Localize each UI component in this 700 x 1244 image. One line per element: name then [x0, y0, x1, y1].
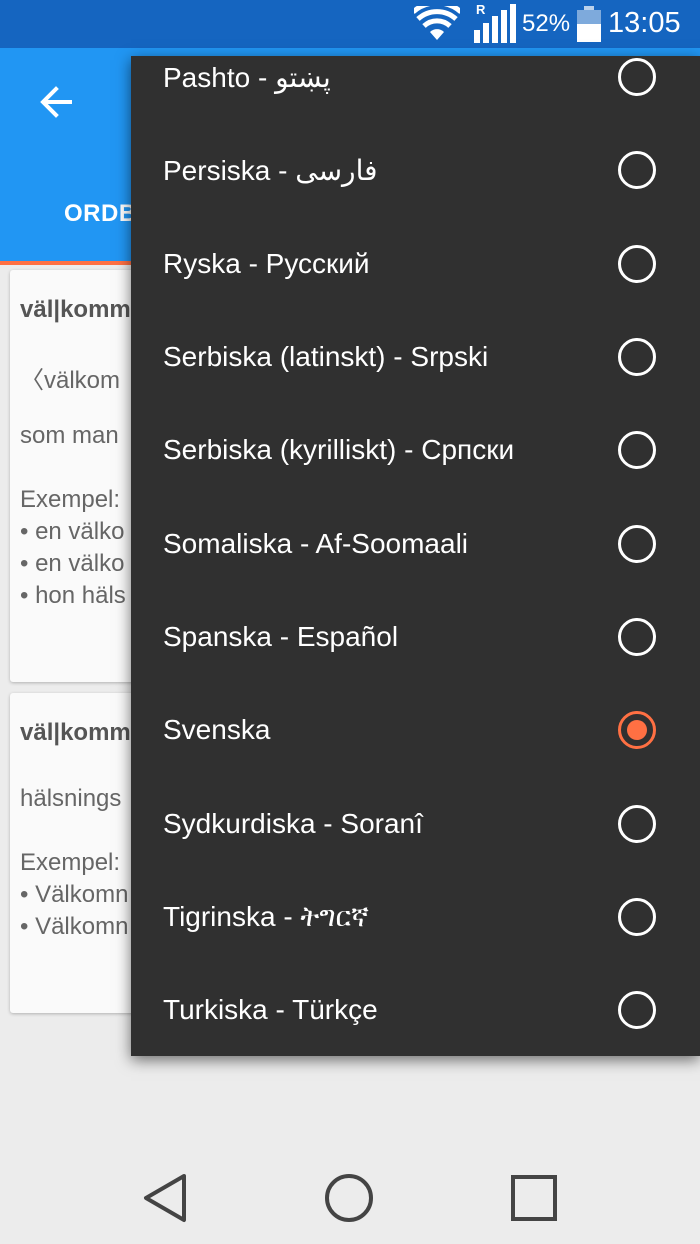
card-text: 〈välkom: [20, 367, 121, 394]
recents-icon[interactable]: [504, 1168, 564, 1228]
radio-button[interactable]: [618, 431, 656, 469]
language-option-turkiska[interactable]: Turkiska - Türkçe: [131, 964, 700, 1056]
language-option-label: Somaliska - Af-Soomaali: [163, 528, 469, 559]
language-option-sydkurdiska[interactable]: Sydkurdiska - Soranî: [131, 778, 700, 871]
card-example-heading: Exempel:: [20, 486, 121, 513]
battery-percent: 52%: [522, 10, 571, 37]
language-option-label: Svenska: [163, 714, 271, 745]
radio-button[interactable]: [618, 245, 656, 283]
language-option-svenska[interactable]: Svenska: [131, 684, 700, 777]
language-option-label: Turkiska - Türkçe: [163, 994, 378, 1025]
card-example: • Välkomn: [20, 913, 129, 940]
card-example-heading: Exempel:: [20, 849, 121, 876]
language-option-label: Serbiska (kyrilliskt) - Српски: [163, 434, 515, 465]
card-text: hälsnings: [20, 785, 122, 812]
radio-button-selected[interactable]: [618, 711, 656, 749]
language-menu: Pashto - پښتو Persiska - فارسی Ryska - Р…: [131, 56, 700, 1056]
language-option-label: Persiska - فارسی: [163, 155, 378, 186]
card-text: som man: [20, 422, 119, 449]
cell-signal-icon: R: [474, 2, 518, 44]
card-example: • Välkomn: [20, 881, 129, 908]
language-option-tigrinska[interactable]: Tigrinska - ትግርኛ: [131, 871, 700, 964]
radio-button[interactable]: [618, 58, 656, 96]
card-headword: väl|komm: [20, 719, 131, 746]
language-option-pashto[interactable]: Pashto - پښتو: [131, 56, 700, 124]
back-icon[interactable]: [136, 1168, 196, 1228]
radio-dot: [627, 720, 647, 740]
tab-ordbok[interactable]: ORDB: [64, 200, 137, 228]
status-bar: R 52% 13:05: [0, 0, 700, 48]
card-example: • en välko: [20, 518, 125, 545]
language-option-label: Spanska - Español: [163, 621, 399, 652]
radio-button[interactable]: [618, 898, 656, 936]
language-option-ryska[interactable]: Ryska - Русский: [131, 218, 700, 311]
back-arrow-icon[interactable]: [30, 76, 82, 128]
radio-button[interactable]: [618, 338, 656, 376]
language-option-label: Serbiska (latinskt) - Srpski: [163, 341, 489, 372]
language-option-spanska[interactable]: Spanska - Español: [131, 591, 700, 684]
radio-button[interactable]: [618, 151, 656, 189]
radio-button[interactable]: [618, 618, 656, 656]
wifi-icon: [414, 6, 460, 40]
home-icon[interactable]: [319, 1168, 379, 1228]
card-headword: väl|komm: [20, 296, 131, 323]
language-option-label: Tigrinska - ትግርኛ: [163, 901, 369, 932]
card-example: • hon häls: [20, 582, 126, 609]
battery-icon: [577, 6, 601, 42]
language-option-serbiska-kyrilliskt[interactable]: Serbiska (kyrilliskt) - Српски: [131, 404, 700, 497]
radio-button[interactable]: [618, 805, 656, 843]
language-option-label: Pashto - پښتو: [163, 62, 331, 93]
language-option-somaliska[interactable]: Somaliska - Af-Soomaali: [131, 498, 700, 591]
system-nav-bar: [0, 1148, 700, 1244]
language-option-serbiska-latinskt[interactable]: Serbiska (latinskt) - Srpski: [131, 311, 700, 404]
radio-button[interactable]: [618, 991, 656, 1029]
language-option-label: Sydkurdiska - Soranî: [163, 808, 423, 839]
radio-button[interactable]: [618, 525, 656, 563]
language-option-persiska[interactable]: Persiska - فارسی: [131, 124, 700, 217]
status-clock: 13:05: [608, 7, 681, 39]
language-option-label: Ryska - Русский: [163, 248, 370, 279]
card-example: • en välko: [20, 550, 125, 577]
